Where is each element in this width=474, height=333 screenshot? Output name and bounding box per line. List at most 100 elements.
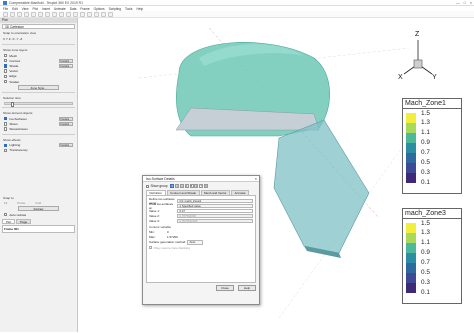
fit-button[interactable]: Fit: [4, 201, 7, 205]
slices-checkbox[interactable]: [4, 122, 8, 126]
probe-icon[interactable]: [66, 11, 71, 17]
dialog-close-icon[interactable]: ×: [255, 176, 257, 182]
edge-checkbox[interactable]: [4, 74, 8, 79]
auto-redraw-checkbox[interactable]: [4, 212, 8, 217]
select-icon[interactable]: [38, 11, 43, 17]
define-using-select[interactable]: C1: mach_Zone3: [177, 198, 253, 203]
menu-view[interactable]: View: [22, 7, 29, 11]
isosurfaces-checkbox[interactable]: [4, 117, 8, 121]
save-icon[interactable]: [17, 11, 22, 17]
surface-gen-select[interactable]: Auto: [187, 240, 203, 245]
menu-options[interactable]: Options: [94, 7, 105, 11]
shade-checkbox[interactable]: [4, 64, 8, 68]
slice-icon[interactable]: [87, 11, 92, 17]
group-button-7[interactable]: 7: [199, 184, 204, 188]
open-icon[interactable]: [10, 11, 15, 17]
contour-legend-zone3[interactable]: mach_Zone3 1.5 1.3 1.1 0.9 0.7 0.5 0.3 0…: [402, 208, 462, 304]
show-group-checkbox[interactable]: [146, 184, 149, 188]
menu-edit[interactable]: Edit: [12, 7, 18, 11]
menu-frame[interactable]: Frame: [80, 7, 89, 11]
translucency-checkbox[interactable]: [4, 148, 8, 153]
legend-band: [406, 133, 416, 143]
rotate-icon[interactable]: [59, 11, 64, 17]
value-3-input[interactable]: 0.0575632935: [177, 219, 253, 224]
probe-button[interactable]: Probe: [17, 201, 25, 205]
streamtrace-icon[interactable]: [94, 11, 99, 17]
translate-icon[interactable]: [52, 11, 57, 17]
frame-list-item[interactable]: Frame 001: [2, 225, 75, 234]
close-button[interactable]: Close: [216, 285, 234, 291]
contour-details-button[interactable]: Details...: [59, 58, 73, 63]
vector-checkbox[interactable]: [4, 69, 8, 73]
geometry-icon[interactable]: [80, 11, 85, 17]
print-icon[interactable]: [24, 11, 29, 17]
field-label: Value 3:: [149, 219, 160, 224]
group-button-4[interactable]: 4: [184, 184, 189, 188]
group-button-3[interactable]: 3: [179, 184, 184, 188]
draw-at-select[interactable]: 1 Specified value: [177, 203, 253, 208]
auto-redraw[interactable]: Auto redraw: [0, 212, 77, 217]
slices-details-button[interactable]: Details...: [59, 121, 73, 127]
minimize-button[interactable]: —: [456, 1, 460, 5]
close-window-button[interactable]: ×: [470, 1, 472, 5]
layer-scatter[interactable]: Scatter: [0, 79, 77, 84]
group-button-8[interactable]: 8: [203, 184, 208, 188]
menu-file[interactable]: File: [3, 7, 8, 11]
tab-plot[interactable]: Plot: [2, 219, 16, 225]
group-button-1[interactable]: 1: [170, 184, 175, 188]
isosurface-details-dialog: Iso-Surface Details × Show group 1 2 3 4…: [142, 175, 260, 305]
menu-tools[interactable]: Tools: [125, 7, 132, 11]
grid-button[interactable]: Grid: [35, 201, 41, 205]
contour-legend-zone1[interactable]: Mach_Zone1 1.5 1.3 1.1 0.9 0.7 0.5 0.3 0…: [402, 98, 462, 194]
redraw-icon[interactable]: [108, 11, 113, 17]
streamtraces-checkbox[interactable]: [4, 127, 8, 131]
group-button-5[interactable]: 5: [189, 184, 194, 188]
lighting-checkbox[interactable]: [4, 143, 8, 147]
snap-axes-buttons[interactable]: X Y Z -X -Y -Z: [0, 36, 77, 42]
mesh-checkbox[interactable]: [4, 53, 8, 58]
plot-type-select[interactable]: 3D Cartesian: [2, 24, 75, 29]
group-button-6[interactable]: 6: [194, 184, 199, 188]
lighting-details-button[interactable]: Details...: [59, 143, 73, 148]
field-obey-blanking[interactable]: Obey source zone blanking: [149, 245, 253, 250]
undo-icon[interactable]: [31, 11, 36, 17]
isosurfaces-details-button[interactable]: Details...: [59, 116, 73, 121]
solution-time-slider[interactable]: [4, 101, 73, 107]
value-1-input[interactable]: 0.47: [177, 208, 253, 214]
zoom-icon[interactable]: [45, 11, 50, 17]
tab-contour-shade[interactable]: Contour and Shade: [166, 190, 200, 195]
new-icon[interactable]: [3, 11, 8, 17]
derived-streamtraces[interactable]: Streamtraces: [0, 127, 77, 132]
contour-checkbox[interactable]: [4, 59, 8, 63]
menu-insert[interactable]: Insert: [42, 7, 50, 11]
tab-animate[interactable]: Animate: [231, 190, 250, 195]
tab-page[interactable]: Page: [16, 219, 32, 225]
maximize-button[interactable]: □: [464, 1, 466, 5]
tab-mesh-vector[interactable]: Mesh and Vector: [200, 190, 231, 195]
tab-definition[interactable]: Definition: [146, 190, 166, 195]
menu-animate[interactable]: Animate: [54, 7, 66, 11]
zone-style-button[interactable]: Zone Style...: [18, 85, 59, 91]
dialog-title-bar[interactable]: Iso-Surface Details ×: [143, 176, 259, 182]
contour-icon[interactable]: [101, 11, 106, 17]
help-button[interactable]: Help: [238, 285, 256, 291]
obey-blanking-checkbox[interactable]: [149, 246, 152, 250]
menu-scripting[interactable]: Scripting: [109, 7, 121, 11]
slider-knob[interactable]: [11, 101, 14, 107]
menu-data[interactable]: Data: [70, 7, 77, 11]
legend-band: [406, 243, 416, 253]
group-button-2[interactable]: 2: [175, 184, 180, 188]
shade-details-button[interactable]: Details...: [59, 63, 73, 69]
scatter-checkbox[interactable]: [4, 79, 8, 84]
text-icon[interactable]: [73, 11, 78, 17]
menu-plot[interactable]: Plot: [33, 7, 39, 11]
plot-viewport[interactable]: Z X Y Mach_Zone1 1.5 1.3 1.1 0.9 0.7 0.5…: [79, 18, 474, 332]
menu-help[interactable]: Help: [137, 7, 144, 11]
redraw-button[interactable]: Redraw: [18, 206, 59, 212]
sidebar-tabs: Plot Page: [0, 219, 77, 225]
legend-tick: 1.1: [421, 239, 430, 246]
legend-tick: 1.3: [421, 229, 430, 236]
value-2-input[interactable]: 0.787564958: [177, 214, 253, 219]
legend-tick: 0.5: [421, 159, 430, 166]
legend-band: [406, 263, 416, 273]
